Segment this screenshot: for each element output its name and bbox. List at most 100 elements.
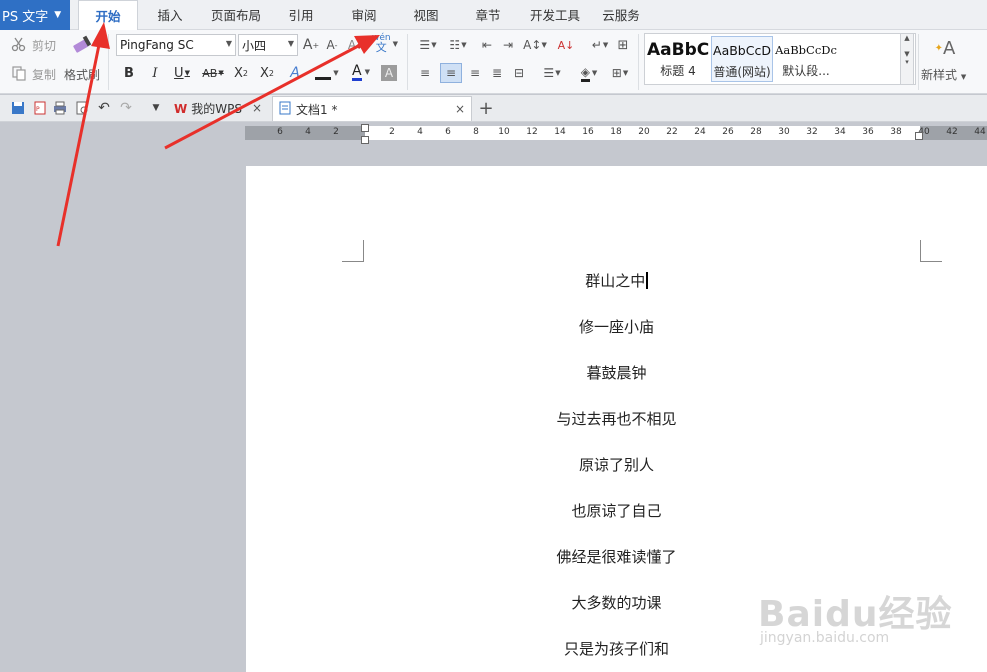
app-menu-button[interactable]: PS 文字 ▼ bbox=[0, 0, 70, 30]
right-indent-marker[interactable] bbox=[915, 132, 923, 140]
decrease-indent-icon[interactable]: ⇤ bbox=[478, 36, 496, 54]
watermark-url: jingyan.baidu.com bbox=[760, 630, 890, 646]
close-icon[interactable]: × bbox=[455, 102, 465, 116]
tab-references[interactable]: 引用 bbox=[278, 0, 324, 30]
format-painter-label[interactable]: 格式刷 bbox=[64, 66, 100, 83]
tab-view[interactable]: 视图 bbox=[402, 0, 450, 30]
style-sample: AaBbCcDc bbox=[775, 43, 837, 57]
shrink-font-icon[interactable]: A- bbox=[323, 35, 341, 55]
highlight-color-icon[interactable]: ▼ bbox=[312, 64, 342, 82]
text-line[interactable]: 佛经是很难读懂了 bbox=[246, 546, 987, 567]
format-painter-icon[interactable] bbox=[70, 33, 96, 59]
sort-icon[interactable]: A↓ bbox=[556, 36, 576, 54]
ruler-tick-label: 18 bbox=[610, 127, 622, 137]
ruler-tick-label: 32 bbox=[806, 127, 818, 137]
new-style-label[interactable]: 新样式 ▼ bbox=[921, 66, 966, 83]
scissors-icon[interactable] bbox=[10, 35, 28, 53]
tab-start[interactable]: 开始 bbox=[78, 0, 138, 31]
italic-icon[interactable]: I bbox=[146, 64, 164, 82]
text-line[interactable]: 原谅了别人 bbox=[246, 454, 987, 475]
font-color-icon[interactable]: A ▼ bbox=[346, 62, 376, 82]
print-icon[interactable] bbox=[52, 100, 68, 116]
close-icon[interactable]: × bbox=[252, 101, 262, 115]
tab-insert[interactable]: 插入 bbox=[145, 0, 195, 30]
gallery-scrollbar[interactable]: ▲ ▼ ▾ bbox=[900, 33, 914, 85]
text-line[interactable]: 与过去再也不相见 bbox=[246, 408, 987, 429]
text-cursor bbox=[646, 272, 648, 289]
shading-fill-icon[interactable]: ◈ ▼ bbox=[574, 64, 604, 82]
borders-icon[interactable]: ⊞ ▼ bbox=[606, 64, 634, 82]
distribute-icon[interactable]: ⊟ bbox=[510, 64, 528, 82]
chevron-down-icon[interactable]: ▼ bbox=[148, 100, 164, 116]
font-size-select[interactable]: 小四 ▼ bbox=[238, 34, 298, 56]
table-grid-icon[interactable]: ⊞ bbox=[614, 36, 632, 54]
subscript-icon[interactable]: X2 bbox=[258, 64, 276, 82]
style-name: 标题 4 bbox=[660, 64, 696, 78]
first-line-indent-marker[interactable] bbox=[361, 124, 369, 132]
tab-chapter[interactable]: 章节 bbox=[464, 0, 512, 30]
doc-tab-document1[interactable]: 文档1 * × bbox=[272, 96, 472, 121]
font-family-select[interactable]: PingFang SC ▼ bbox=[116, 34, 236, 56]
font-family-value: PingFang SC bbox=[120, 38, 194, 52]
divider bbox=[407, 34, 408, 90]
tab-review[interactable]: 审阅 bbox=[340, 0, 388, 30]
styles-gallery: AaBbC 标题 4 AaBbCcD 普通(网站) AaBbCcDc 默认段..… bbox=[644, 33, 916, 85]
style-normal-web[interactable]: AaBbCcD 普通(网站) bbox=[711, 36, 773, 82]
tab-page-layout[interactable]: 页面布局 bbox=[203, 0, 269, 30]
numbered-list-icon[interactable]: ☷ ▼ bbox=[444, 36, 472, 54]
copy-label[interactable]: 复制 bbox=[32, 66, 56, 83]
ruler-tick-label: 6 bbox=[277, 127, 283, 137]
text-effect-icon[interactable]: A bbox=[286, 64, 304, 82]
ruler-tick-label: 24 bbox=[694, 127, 706, 137]
justify-icon[interactable]: ≣ bbox=[488, 64, 506, 82]
grow-font-icon[interactable]: A + bbox=[302, 35, 320, 55]
divider bbox=[108, 34, 109, 90]
superscript-icon[interactable]: X2 bbox=[232, 64, 250, 82]
ruler-tick-label: 34 bbox=[834, 127, 846, 137]
cut-label[interactable]: 剪切 bbox=[32, 37, 56, 54]
print-preview-icon[interactable] bbox=[74, 100, 90, 116]
save-icon[interactable] bbox=[10, 100, 26, 116]
undo-icon[interactable]: ↶ bbox=[96, 100, 112, 116]
ruler-tick-label: 14 bbox=[554, 127, 566, 137]
ruler-tick-label: 4 bbox=[305, 127, 311, 137]
increase-indent-icon[interactable]: ⇥ bbox=[499, 36, 517, 54]
text-line[interactable]: 暮鼓晨钟 bbox=[246, 362, 987, 383]
svg-text:P: P bbox=[36, 106, 40, 113]
align-left-icon[interactable]: ≡ bbox=[416, 64, 434, 82]
ruler-tick-label: 36 bbox=[862, 127, 874, 137]
ruler-tick-label: 30 bbox=[778, 127, 790, 137]
divider bbox=[918, 34, 919, 90]
export-pdf-icon[interactable]: P bbox=[32, 100, 48, 116]
redo-icon[interactable]: ↷ bbox=[118, 100, 134, 116]
clear-format-icon[interactable]: A ◆ bbox=[346, 35, 364, 55]
text-line[interactable]: 也原谅了自己 bbox=[246, 500, 987, 521]
style-heading4[interactable]: AaBbC 标题 4 bbox=[647, 36, 709, 82]
text-line[interactable]: 修一座小庙 bbox=[246, 316, 987, 337]
tab-developer[interactable]: 开发工具 bbox=[525, 0, 585, 30]
line-spacing-icon[interactable]: ☰ ▼ bbox=[538, 64, 566, 82]
text-line[interactable]: 群山之中 bbox=[246, 270, 987, 291]
underline-icon[interactable]: U ▼ bbox=[170, 64, 194, 82]
ruler-tick-label: 26 bbox=[722, 127, 734, 137]
align-center-icon[interactable]: ≡ bbox=[440, 63, 462, 83]
bullet-list-icon[interactable]: ☰ ▼ bbox=[414, 36, 442, 54]
show-marks-icon[interactable]: ↵ ▼ bbox=[586, 36, 614, 54]
bold-icon[interactable]: B bbox=[120, 64, 138, 82]
style-default-paragraph[interactable]: AaBbCcDc 默认段... bbox=[775, 36, 837, 82]
pinyin-guide-icon[interactable]: wén 文 ▼ bbox=[372, 34, 398, 54]
left-indent-marker[interactable] bbox=[361, 136, 369, 144]
chevron-down-icon: ▼ bbox=[287, 39, 294, 48]
char-shading-icon[interactable]: A bbox=[380, 64, 398, 82]
copy-icon[interactable] bbox=[10, 64, 28, 82]
char-spacing-icon[interactable]: A↕ ▼ bbox=[522, 36, 548, 54]
strikethrough-icon[interactable]: AB ▼ bbox=[199, 64, 227, 82]
ruler-tick-label: 10 bbox=[498, 127, 510, 137]
app-title: PS 文字 bbox=[2, 9, 49, 25]
tab-cloud[interactable]: 云服务 bbox=[596, 0, 646, 30]
new-style-icon[interactable]: ✦ A bbox=[932, 35, 958, 61]
style-sample: AaBbC bbox=[647, 40, 709, 60]
doc-tab-my-wps[interactable]: W 我的WPS × bbox=[168, 96, 268, 121]
new-tab-plus-icon[interactable]: + bbox=[478, 98, 494, 119]
align-right-icon[interactable]: ≡ bbox=[466, 64, 484, 82]
